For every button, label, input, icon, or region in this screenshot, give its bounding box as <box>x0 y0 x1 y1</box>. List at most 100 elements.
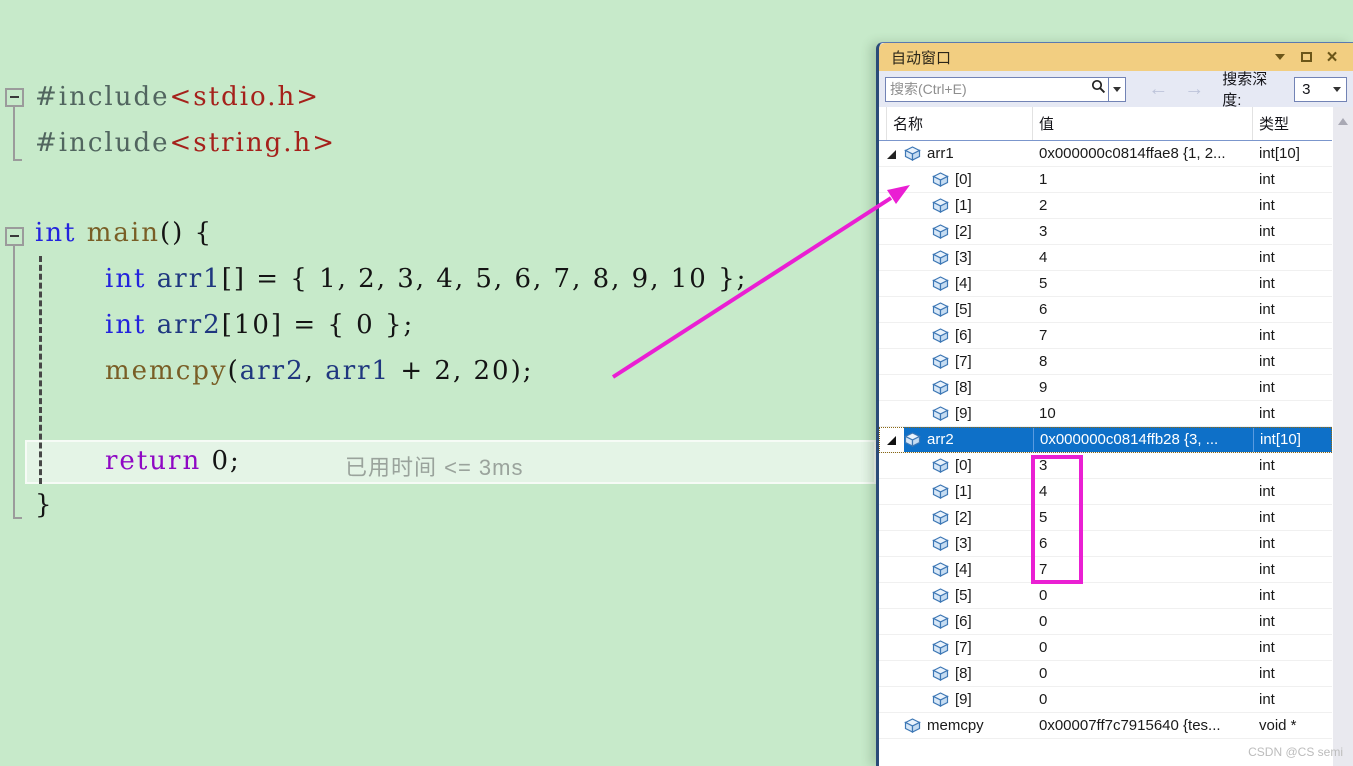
variable-row[interactable]: [3] 6 int <box>879 531 1332 557</box>
code-line: memcpy(arr2, arr1 + 2, 20); <box>105 356 534 386</box>
variable-value[interactable]: 1 <box>1033 167 1253 192</box>
column-header-name[interactable]: 名称 <box>887 107 1033 140</box>
variable-row[interactable]: [9] 0 int <box>879 687 1332 713</box>
variable-name: [4] <box>955 275 972 292</box>
variable-value[interactable]: 5 <box>1033 505 1253 530</box>
vs-debug-screen: #include<stdio.h> #include<string.h> int m… <box>0 0 1353 766</box>
variable-name: [2] <box>955 223 972 240</box>
variable-row[interactable]: [8] 0 int <box>879 661 1332 687</box>
variable-row[interactable]: [6] 7 int <box>879 323 1332 349</box>
fold-collapse-icon[interactable] <box>5 227 24 246</box>
search-box[interactable] <box>885 76 1127 102</box>
search-depth-combo[interactable]: 3 <box>1294 76 1347 102</box>
variable-value[interactable]: 0 <box>1033 583 1253 608</box>
variable-row[interactable]: [0] 3 int <box>879 453 1332 479</box>
column-header-type[interactable]: 类型 <box>1253 107 1327 140</box>
variable-type: int <box>1259 249 1275 266</box>
variable-row[interactable]: [3] 4 int <box>879 245 1332 271</box>
code-line: int arr2[10] = { 0 }; <box>105 310 415 340</box>
perf-tip: 已用时间 <= 3ms <box>345 455 524 480</box>
variable-value[interactable]: 6 <box>1033 297 1253 322</box>
variable-name: [7] <box>955 353 972 370</box>
variable-type: int <box>1259 275 1275 292</box>
search-input[interactable] <box>886 81 1090 97</box>
variable-name: [2] <box>955 509 972 526</box>
variable-type: int <box>1259 327 1275 344</box>
variable-row[interactable]: [2] 5 int <box>879 505 1332 531</box>
variable-value[interactable]: 0 <box>1033 661 1253 686</box>
variable-name: [8] <box>955 665 972 682</box>
variable-value[interactable]: 10 <box>1033 401 1253 426</box>
variable-row[interactable]: [7] 0 int <box>879 635 1332 661</box>
variable-box-icon <box>904 718 921 733</box>
variable-value[interactable]: 6 <box>1033 531 1253 556</box>
variable-name: [4] <box>955 561 972 578</box>
variable-value[interactable]: 3 <box>1033 219 1253 244</box>
search-depth-label: 搜索深度: <box>1222 71 1268 109</box>
variable-value[interactable]: 9 <box>1033 375 1253 400</box>
variable-box-icon <box>932 380 949 395</box>
fold-guide-line <box>13 246 15 519</box>
maximize-icon[interactable] <box>1293 46 1319 68</box>
variable-row[interactable]: [0] 1 int <box>879 167 1332 193</box>
variable-value[interactable]: 0x000000c0814ffb28 {3, ... <box>1033 427 1253 452</box>
variable-row[interactable]: [1] 4 int <box>879 479 1332 505</box>
variable-value[interactable]: 3 <box>1033 453 1253 478</box>
combo-caret-icon <box>1332 86 1341 92</box>
search-depth-value: 3 <box>1302 80 1311 98</box>
fold-guide-line <box>13 107 15 161</box>
close-icon[interactable]: × <box>1319 46 1345 68</box>
variable-type: int <box>1259 639 1275 656</box>
variable-value[interactable]: 4 <box>1033 245 1253 270</box>
variable-row[interactable]: [2] 3 int <box>879 219 1332 245</box>
search-options-caret-icon[interactable] <box>1108 77 1125 101</box>
window-position-icon[interactable] <box>1267 46 1293 68</box>
variable-value[interactable]: 0 <box>1033 609 1253 634</box>
variable-type: int <box>1259 457 1275 474</box>
variable-value[interactable]: 7 <box>1033 323 1253 348</box>
forward-arrow-icon[interactable]: → <box>1184 79 1204 99</box>
watermark: CSDN @CS semi <box>1248 745 1343 759</box>
variable-value[interactable]: 0x000000c0814ffae8 {1, 2... <box>1033 141 1253 166</box>
variable-row[interactable]: [6] 0 int <box>879 609 1332 635</box>
variable-row[interactable]: [1] 2 int <box>879 193 1332 219</box>
fold-collapse-icon[interactable] <box>5 88 24 107</box>
vertical-scrollbar[interactable] <box>1333 107 1353 766</box>
variable-value[interactable]: 2 <box>1033 193 1253 218</box>
variable-value[interactable]: 0x00007ff7c7915640 {tes... <box>1033 713 1253 738</box>
expander-icon[interactable] <box>886 720 898 732</box>
variable-value[interactable]: 7 <box>1033 557 1253 582</box>
variable-value[interactable]: 8 <box>1033 349 1253 374</box>
variable-row[interactable]: [4] 7 int <box>879 557 1332 583</box>
variable-value[interactable]: 4 <box>1033 479 1253 504</box>
variable-value[interactable]: 0 <box>1033 687 1253 712</box>
variable-type: int <box>1259 171 1275 188</box>
variable-name: memcpy <box>927 717 984 734</box>
autos-window: 自动窗口 × ← → 搜索深度: 3 <box>876 42 1353 766</box>
variable-row[interactable]: [8] 9 int <box>879 375 1332 401</box>
variable-row[interactable]: [5] 6 int <box>879 297 1332 323</box>
expander-icon[interactable] <box>886 434 898 446</box>
variable-row[interactable]: arr1 0x000000c0814ffae8 {1, 2... int[10] <box>879 141 1332 167</box>
variable-row[interactable]: [9] 10 int <box>879 401 1332 427</box>
variable-box-icon <box>932 484 949 499</box>
variable-box-icon <box>932 536 949 551</box>
search-icon[interactable] <box>1091 79 1106 99</box>
variable-type: int <box>1259 353 1275 370</box>
expander-icon[interactable] <box>886 148 898 160</box>
back-arrow-icon[interactable]: ← <box>1148 79 1168 99</box>
variable-box-icon <box>932 250 949 265</box>
variable-box-icon <box>932 614 949 629</box>
variable-row[interactable]: [5] 0 int <box>879 583 1332 609</box>
grid-header: 名称 值 类型 <box>879 107 1332 141</box>
variable-row[interactable]: [7] 8 int <box>879 349 1332 375</box>
autos-titlebar[interactable]: 自动窗口 × <box>879 43 1353 71</box>
variable-row[interactable]: arr2 0x000000c0814ffb28 {3, ... int[10] <box>879 427 1332 453</box>
variable-value[interactable]: 0 <box>1033 635 1253 660</box>
variable-row[interactable]: [4] 5 int <box>879 271 1332 297</box>
variable-value[interactable]: 5 <box>1033 271 1253 296</box>
variable-row[interactable]: memcpy 0x00007ff7c7915640 {tes... void * <box>879 713 1332 739</box>
variable-name: [9] <box>955 691 972 708</box>
column-header-value[interactable]: 值 <box>1033 107 1253 140</box>
variable-name: [0] <box>955 171 972 188</box>
